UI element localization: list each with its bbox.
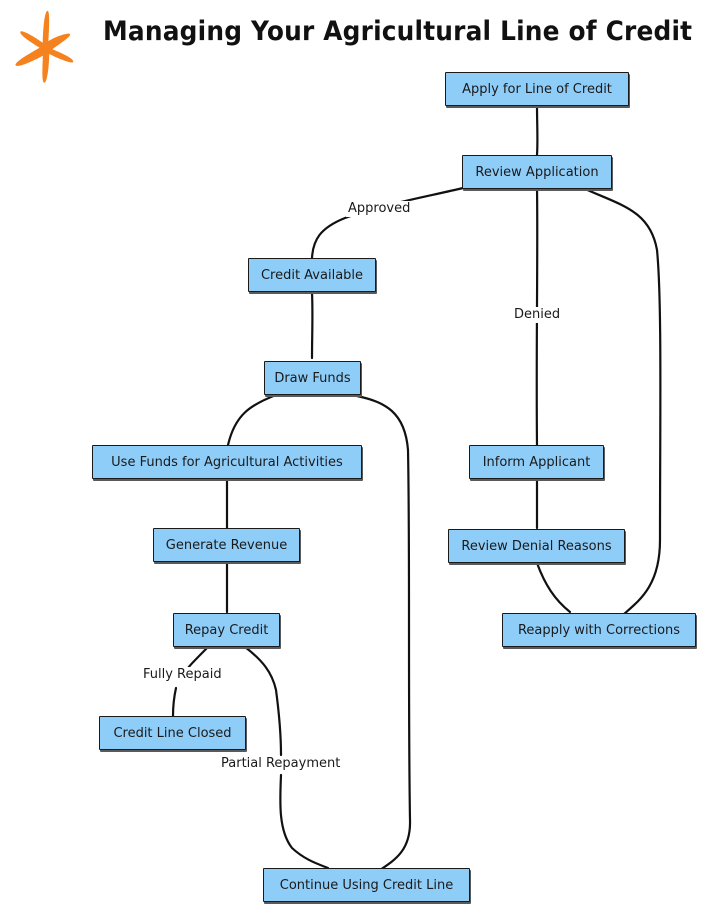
edge-review-to-credit-available [310, 186, 465, 260]
edge-label-denied: Denied [512, 307, 563, 323]
edge-label-partial-repayment: Partial Repayment [219, 756, 343, 772]
node-apply-for-line-of-credit[interactable]: Apply for Line of Credit [445, 72, 629, 106]
node-draw-funds[interactable]: Draw Funds [264, 361, 361, 395]
orange-star-icon [15, 10, 74, 83]
node-credit-line-closed[interactable]: Credit Line Closed [99, 716, 246, 750]
edge-label-approved: Approved [346, 201, 413, 217]
node-review-application[interactable]: Review Application [462, 155, 612, 189]
node-inform-applicant[interactable]: Inform Applicant [469, 445, 604, 479]
node-generate-revenue[interactable]: Generate Revenue [153, 528, 300, 562]
node-continue-using-credit-line[interactable]: Continue Using Credit Line [263, 868, 470, 902]
node-reapply-with-corrections[interactable]: Reapply with Corrections [502, 613, 696, 647]
node-credit-available[interactable]: Credit Available [248, 258, 376, 292]
edge-continue-to-draw-funds [355, 394, 412, 872]
node-repay-credit[interactable]: Repay Credit [173, 613, 280, 647]
edge-draw-funds-to-use-funds [226, 393, 278, 447]
node-review-denial-reasons[interactable]: Review Denial Reasons [448, 529, 625, 563]
edge-review-denial-to-reapply [535, 561, 572, 614]
edge-label-fully-repaid: Fully Repaid [141, 667, 224, 683]
page-title: Managing Your Agricultural Line of Credi… [103, 16, 693, 47]
node-use-funds[interactable]: Use Funds for Agricultural Activities [92, 445, 362, 479]
